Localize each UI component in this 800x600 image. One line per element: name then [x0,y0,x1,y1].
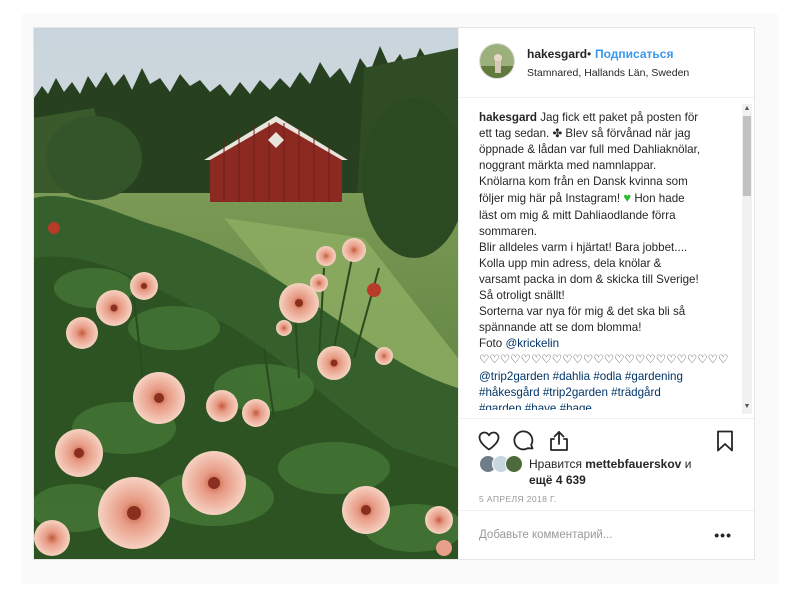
green-heart-icon: ♥ [623,190,632,206]
likes-conj: и [684,457,692,471]
caption-line: Knölarna kom från en Dansk kvinna som [479,175,688,189]
likes-count[interactable]: 4 639 [556,473,586,487]
caption-line: Kolla upp min adress, dela knölar & [479,256,662,270]
comment-icon[interactable] [512,429,536,453]
comment-bar: ••• [459,510,754,559]
hashtag-link[interactable]: #trip2garden [543,386,608,399]
likes-summary: Нравится mettebfauerskov и ещё 4 639 [479,453,739,489]
caption-line: öppnade & lådan var full med Dahliaknöla… [479,143,701,157]
post-side-panel: hakesgard • Подписаться Stamnared, Halla… [458,28,754,559]
post-header: hakesgard • Подписаться Stamnared, Halla… [459,28,754,98]
scroll-down-arrow-icon[interactable]: ▼ [742,402,752,412]
caption-line: Sorterna var nya för mig & det ska bli s… [479,305,686,319]
avatar[interactable] [505,455,523,473]
hashtag-link[interactable]: #dahlia [553,370,590,383]
garden-photo-image [34,28,458,559]
likes-text: Нравится mettebfauerskov и ещё 4 639 [529,456,729,488]
caption-line: sommaren. [479,224,537,238]
likes-more-prefix[interactable]: ещё [529,473,552,487]
caption-line: Så otroligt snällt! [479,289,565,303]
share-icon[interactable] [547,429,571,453]
hashtag-link[interactable]: #håkesgård [479,386,540,399]
follow-button[interactable]: Подписаться [595,47,673,61]
post-caption: hakesgard Jag fick ett paket på posten f… [479,110,729,410]
header-separator: • [587,47,592,61]
hashtag-link[interactable]: #hage [560,402,592,410]
comment-input[interactable] [479,525,699,545]
hashtag-link[interactable]: #trädgård [611,386,661,399]
location-link[interactable]: Stamnared, Hallands Län, Sweden [527,67,689,79]
caption-line: spännande att se dom blomma! [479,321,642,335]
more-options-icon[interactable]: ••• [714,527,732,543]
post-date[interactable]: 5 апреля 2018 г. [479,494,557,504]
caption-line: läst om mig & mitt Dahliaodlande förra [479,208,676,222]
hearts-row: ♡♡♡♡♡♡♡♡♡♡♡♡♡♡♡♡♡♡♡♡♡♡♡♡♡♡♡ [479,353,729,367]
liker-username-link[interactable]: mettebfauerskov [585,457,681,471]
caption-line: Hon hade [634,192,685,206]
caption-username[interactable]: hakesgard [479,111,537,124]
caption-line: noggrant märkta med namnlappar. [479,159,657,173]
liker-avatars[interactable] [479,455,523,473]
username-link[interactable]: hakesgard [527,47,587,61]
photo-credit-prefix: Foto [479,337,503,351]
caption-line: följer mig här på Instagram! [479,192,621,206]
caption-line: ett tag sedan. ✤ Blev så förvånad när ja… [479,127,691,141]
hashtag-link[interactable]: #garden [479,402,522,410]
likes-prefix: Нравится [529,457,582,471]
photo-credit-link[interactable]: @krickelin [505,337,559,350]
heart-icon[interactable] [477,429,501,453]
caption-line: Jag fick ett paket på posten för [540,111,699,124]
hashtag-link[interactable]: #odla [593,370,621,383]
caption-line: varsamt packa in dom & skicka till Sveri… [479,272,699,286]
post-photo[interactable] [34,28,458,559]
hashtag-link[interactable]: @trip2garden [479,370,549,383]
hashtag-link[interactable]: #gardening [625,370,683,383]
hashtag-link[interactable]: #have [525,402,557,410]
scrollbar-thumb[interactable] [743,116,751,196]
instagram-post: hakesgard • Подписаться Stamnared, Halla… [33,27,755,560]
caption-line: Blir alldeles varm i hjärtat! Bara jobbe… [479,240,688,254]
avatar[interactable] [479,43,515,79]
bookmark-icon[interactable] [713,429,737,453]
scroll-up-arrow-icon[interactable]: ▲ [742,104,752,114]
